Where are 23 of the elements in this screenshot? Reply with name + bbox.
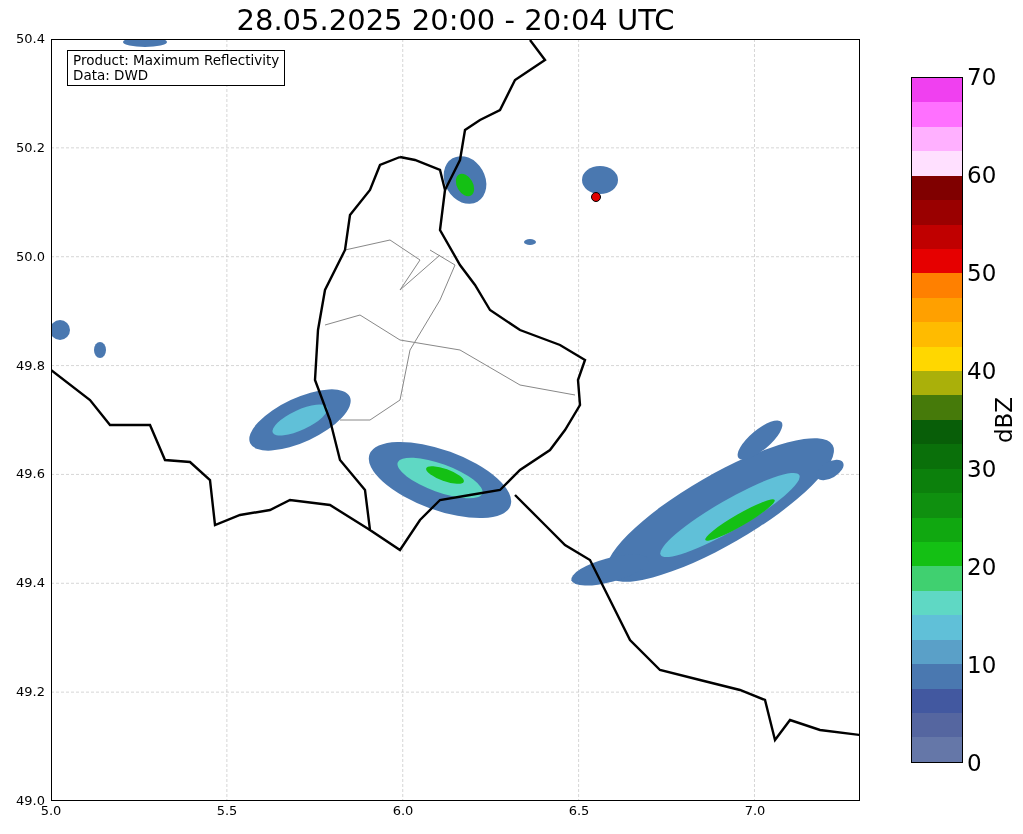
colorbar-tick-label: 20 — [967, 554, 997, 580]
colorbar-label: dBZ — [991, 396, 1018, 444]
axis-tick-label: 50.4 — [16, 31, 45, 47]
axis-tick-label: 7.0 — [743, 803, 767, 818]
axis-tick-label: 6.5 — [567, 803, 591, 818]
colorbar-tick-label: 70 — [967, 64, 997, 90]
colorbar-tick-label: 10 — [967, 652, 997, 678]
colorbar-tick-label: 50 — [967, 260, 997, 286]
info-box: Product: Maximum Reflectivity Data: DWD — [67, 50, 286, 86]
colorbar-tick-label: 0 — [967, 750, 983, 776]
axis-tick-label: 49.8 — [16, 357, 45, 374]
colorbar-tick-label: 40 — [967, 358, 997, 384]
axis-tick-label: 50.0 — [16, 248, 45, 265]
axis-tick-label: 49.4 — [16, 575, 45, 592]
axis-tick-label: 6.0 — [391, 803, 415, 818]
axis-tick-label: 49.6 — [16, 466, 45, 483]
colorbar-tick-label: 60 — [967, 162, 997, 188]
colorbar-tick-label: 30 — [967, 456, 997, 482]
axis-tick-label: 49.2 — [16, 684, 45, 701]
location-marker — [591, 192, 601, 202]
axis-tick-label: 50.2 — [16, 139, 45, 156]
chart-title: 28.05.2025 20:00 - 20:04 UTC — [235, 2, 676, 39]
axis-tick-label: 5.5 — [215, 803, 239, 818]
